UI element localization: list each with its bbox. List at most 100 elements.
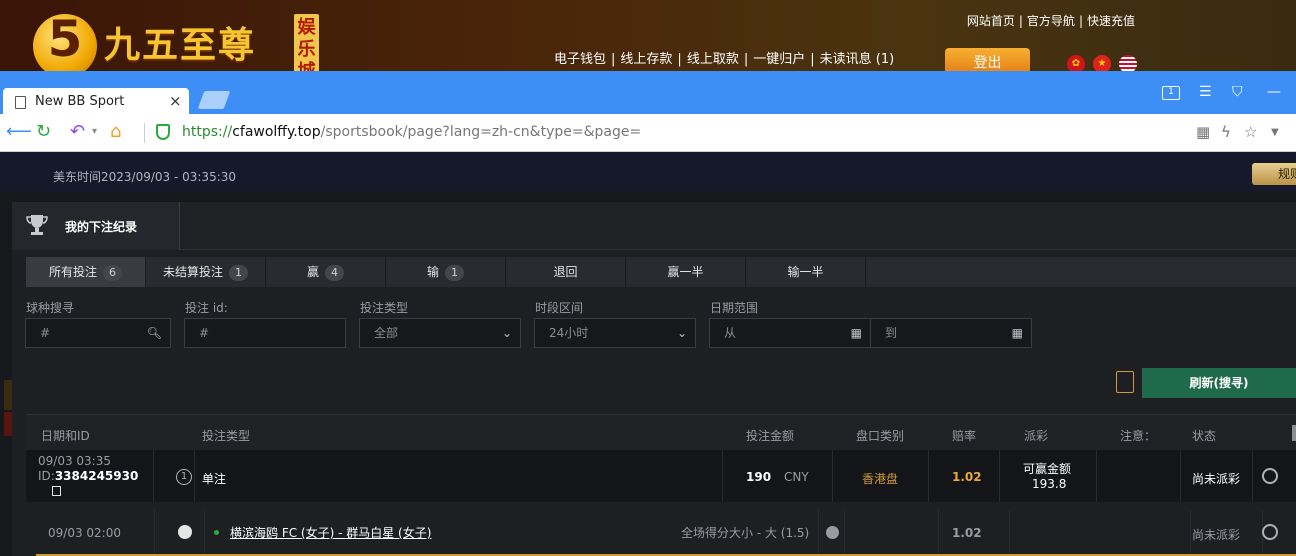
calendar-icon[interactable]: ▦ bbox=[1012, 319, 1023, 347]
payout-value: 193.8 bbox=[1032, 477, 1067, 491]
reload-icon[interactable]: ↻ bbox=[36, 121, 51, 143]
url-host: cfawolffy.top bbox=[232, 124, 321, 140]
placeholder: # bbox=[199, 326, 210, 340]
link-wallet[interactable]: 电子钱包 bbox=[554, 52, 606, 67]
clipboard-icon[interactable] bbox=[1116, 371, 1134, 393]
new-tab-button[interactable] bbox=[197, 91, 231, 109]
divider bbox=[1096, 450, 1097, 502]
tab-won[interactable]: 赢4 bbox=[266, 257, 386, 287]
calendar-icon[interactable]: ▦ bbox=[851, 319, 862, 347]
col-odds: 赔率 bbox=[952, 429, 977, 443]
tab-unsettled[interactable]: 未结算投注 1 bbox=[146, 257, 266, 287]
link-deposit[interactable]: 线上存款 bbox=[620, 52, 672, 67]
bet-type-label: 投注类型 bbox=[360, 301, 409, 315]
chevron-down-icon: ⌄ bbox=[501, 326, 512, 340]
rules-button[interactable]: 规则 bbox=[1252, 163, 1296, 185]
chevron-down-icon[interactable]: ▼ bbox=[1271, 127, 1279, 138]
logout-button[interactable]: 登出 bbox=[945, 48, 1030, 72]
divider bbox=[722, 450, 723, 502]
search-icon[interactable]: 🔍︎ bbox=[147, 319, 162, 347]
divider bbox=[1252, 450, 1253, 502]
url-input[interactable]: https://cfawolffy.top/sportsbook/page?la… bbox=[182, 124, 641, 140]
flag-us-icon[interactable] bbox=[1119, 55, 1137, 72]
refresh-search-button[interactable]: 刷新(搜寻) bbox=[1142, 368, 1296, 398]
tab-close-icon[interactable]: × bbox=[169, 92, 182, 110]
list-item[interactable]: 09/03 02:00 横滨海鸥 FC (女子) - 群马白星 (女子) 全场得… bbox=[36, 510, 1296, 556]
divider bbox=[194, 450, 195, 502]
col-market: 盘口类别 bbox=[856, 429, 905, 443]
bet-id: ID:3384245930 bbox=[38, 469, 138, 483]
copy-icon[interactable] bbox=[52, 486, 61, 496]
leg-odds: 1.02 bbox=[952, 526, 982, 540]
table-row[interactable]: 09/03 03:35 ID:3384245930 1 单注 190 CNY 香… bbox=[26, 450, 1296, 502]
period-select[interactable]: 24小时 ⌄ bbox=[534, 318, 696, 348]
lightning-icon[interactable]: ϟ bbox=[1221, 123, 1231, 141]
url-path: /sportsbook/page?lang=zh-cn&type=&page= bbox=[320, 124, 642, 140]
link-quick-recharge[interactable]: 快速充值 bbox=[1087, 14, 1135, 28]
tab-refunded[interactable]: 退回 bbox=[506, 257, 626, 287]
match-link[interactable]: 横滨海鸥 FC (女子) - 群马白星 (女子) bbox=[230, 524, 431, 541]
clock-icon bbox=[1262, 524, 1278, 540]
link-messages[interactable]: 未读讯息 (1) bbox=[820, 52, 895, 67]
divider bbox=[928, 450, 929, 502]
url-protocol: https:// bbox=[182, 124, 233, 140]
bet-id-input[interactable]: # bbox=[184, 318, 346, 348]
tab-count-icon[interactable]: 1 bbox=[1162, 86, 1180, 100]
minimize-icon[interactable]: — bbox=[1267, 84, 1281, 100]
bet-odds: 1.02 bbox=[952, 470, 982, 484]
undo-dropdown-icon[interactable]: ▾ bbox=[92, 121, 97, 143]
tab-label: 所有投注 bbox=[48, 265, 97, 279]
back-icon[interactable]: ⟵ bbox=[6, 121, 32, 143]
period-label: 时段区间 bbox=[535, 301, 584, 315]
menu-icon[interactable]: ☰ bbox=[1199, 84, 1212, 100]
divider bbox=[999, 450, 1000, 502]
tab-count-badge: 1 bbox=[445, 265, 464, 281]
logo-digit: 5 bbox=[47, 10, 83, 68]
tab-half-won[interactable]: 赢一半 bbox=[626, 257, 746, 287]
site-main-links: 电子钱包 | 线上存款 | 线上取款 | 一键归户 | 未读讯息 (1) bbox=[554, 52, 895, 67]
bet-id-label: 投注 id: bbox=[185, 301, 228, 315]
tab-half-lost[interactable]: 输一半 bbox=[746, 257, 866, 287]
link-withdraw[interactable]: 线上取款 bbox=[687, 52, 739, 67]
tab-count-badge: 1 bbox=[229, 265, 248, 281]
link-home[interactable]: 网站首页 bbox=[967, 14, 1015, 28]
divider bbox=[154, 510, 155, 554]
tab-lost[interactable]: 输1 bbox=[386, 257, 506, 287]
date-to-input[interactable]: 到 ▦ bbox=[870, 318, 1032, 348]
link-navigation[interactable]: 官方导航 bbox=[1027, 14, 1075, 28]
date-from-input[interactable]: 从 ▦ bbox=[709, 318, 871, 348]
bet-type-select[interactable]: 全部 ⌄ bbox=[359, 318, 521, 348]
panel-title-tab[interactable]: 我的下注纪录 bbox=[12, 202, 180, 250]
home-icon[interactable]: ⌂ bbox=[110, 121, 121, 143]
page-icon bbox=[15, 96, 26, 109]
logo-text: 九五至尊 bbox=[104, 24, 257, 66]
bet-id-value: 3384245930 bbox=[54, 469, 139, 483]
undo-icon[interactable]: ↶ bbox=[70, 121, 85, 143]
security-shield-icon[interactable] bbox=[156, 124, 170, 140]
col-payout: 派彩 bbox=[1024, 429, 1049, 443]
chevron-down-icon: ⌄ bbox=[676, 326, 687, 340]
panel-header: 我的下注纪录 bbox=[12, 202, 1296, 250]
clock-icon bbox=[1262, 468, 1278, 484]
skin-icon[interactable]: ⛉ bbox=[1232, 84, 1243, 100]
divider bbox=[144, 123, 145, 143]
tab-all-bets[interactable]: 所有投注 6 bbox=[26, 257, 146, 287]
divider bbox=[844, 510, 845, 554]
logo-badge: 娱乐城 bbox=[294, 14, 319, 72]
divider bbox=[204, 510, 205, 554]
leg-count-badge: 1 bbox=[176, 469, 192, 485]
divider bbox=[818, 510, 819, 554]
trophy-icon bbox=[26, 215, 48, 235]
browser-addressbar: ⟵ ↻ ↶ ▾ ⌂ https://cfawolffy.top/sportsbo… bbox=[0, 114, 1296, 152]
link-consolidate[interactable]: 一键归户 bbox=[753, 52, 805, 67]
table-header: 日期和ID 投注类型 投注金额 盘口类别 赔率 派彩 注意： 状态 bbox=[26, 414, 1296, 450]
divider bbox=[938, 510, 939, 554]
qr-icon[interactable]: ▦ bbox=[1196, 123, 1210, 141]
sport-search-input[interactable]: # 🔍︎ bbox=[25, 318, 171, 348]
star-icon[interactable]: ☆ bbox=[1244, 123, 1257, 141]
info-icon[interactable] bbox=[826, 526, 839, 539]
placeholder: 从 bbox=[724, 326, 737, 340]
live-dot-icon bbox=[214, 530, 219, 535]
side-accent-red bbox=[4, 412, 12, 436]
site-header: 5 九五至尊 娱乐城 网站首页 | 官方导航 | 快速充值 电子钱包 | 线上存款 | 线上取款… bbox=[0, 0, 1296, 72]
